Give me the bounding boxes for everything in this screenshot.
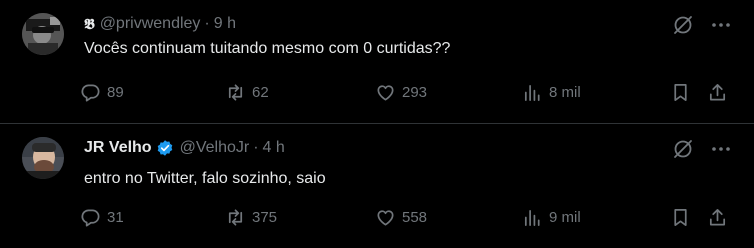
like-count: 293 bbox=[402, 84, 428, 101]
user-handle[interactable]: @VelhoJr bbox=[180, 139, 250, 157]
bookmark-icon bbox=[674, 209, 687, 226]
reply-button[interactable]: 89 bbox=[80, 82, 124, 103]
retweet-count: 375 bbox=[252, 209, 278, 226]
tweet-text: entro no Twitter, falo sozinho, saio bbox=[84, 170, 326, 187]
reply-count: 31 bbox=[107, 209, 124, 226]
tweet-header: 𝕭 @privwendley · 9 h bbox=[84, 13, 236, 35]
like-count: 558 bbox=[402, 209, 428, 226]
grok-icon[interactable] bbox=[672, 14, 694, 36]
like-button[interactable]: 293 bbox=[375, 82, 427, 103]
reply-icon bbox=[81, 209, 100, 227]
views-icon bbox=[524, 84, 540, 101]
like-icon bbox=[377, 210, 394, 226]
tweet[interactable]: 𝕭 @privwendley · 9 h Vocês continuam tui… bbox=[0, 0, 754, 123]
share-icon bbox=[709, 84, 726, 101]
tweet-actions: 89 62 293 8 mil bbox=[80, 82, 732, 104]
views-button[interactable]: 9 mil bbox=[522, 207, 581, 228]
more-icon[interactable] bbox=[710, 14, 732, 36]
separator-dot: · bbox=[253, 139, 259, 156]
separator-dot: · bbox=[204, 15, 210, 32]
bookmark-icon bbox=[674, 84, 687, 101]
more-icon[interactable] bbox=[710, 138, 732, 160]
tweet-time[interactable]: 9 h bbox=[214, 15, 236, 33]
tweet[interactable]: JR Velho @VelhoJr · 4 h entro no Twitter… bbox=[0, 124, 754, 248]
retweet-icon bbox=[228, 84, 243, 101]
retweet-icon bbox=[228, 209, 243, 226]
share-icon bbox=[709, 209, 726, 226]
like-icon bbox=[377, 85, 394, 101]
views-count: 8 mil bbox=[549, 84, 581, 101]
tweet-actions: 31 375 558 9 mil bbox=[80, 207, 732, 229]
retweet-count: 62 bbox=[252, 84, 269, 101]
verified-badge-icon bbox=[157, 140, 172, 156]
retweet-button[interactable]: 375 bbox=[225, 207, 277, 228]
retweet-button[interactable]: 62 bbox=[225, 82, 269, 103]
reply-count: 89 bbox=[107, 84, 124, 101]
tweet-header: JR Velho @VelhoJr · 4 h bbox=[84, 137, 285, 159]
share-button[interactable] bbox=[707, 82, 728, 103]
avatar[interactable] bbox=[22, 13, 64, 55]
display-name[interactable]: JR Velho bbox=[84, 139, 152, 157]
tweet-top-actions bbox=[672, 14, 732, 36]
reply-button[interactable]: 31 bbox=[80, 207, 124, 228]
views-icon bbox=[524, 209, 540, 226]
bookmark-button[interactable] bbox=[670, 207, 691, 228]
bookmark-button[interactable] bbox=[670, 82, 691, 103]
grok-icon[interactable] bbox=[672, 138, 694, 160]
views-count: 9 mil bbox=[549, 209, 581, 226]
like-button[interactable]: 558 bbox=[375, 207, 427, 228]
display-name-logo[interactable]: 𝕭 bbox=[84, 15, 95, 33]
tweet-top-actions bbox=[672, 138, 732, 160]
user-handle[interactable]: @privwendley bbox=[100, 15, 201, 33]
tweet-time[interactable]: 4 h bbox=[263, 139, 285, 157]
reply-icon bbox=[81, 84, 100, 102]
avatar[interactable] bbox=[22, 137, 64, 179]
tweet-text: Vocês continuam tuitando mesmo com 0 cur… bbox=[84, 40, 451, 57]
views-button[interactable]: 8 mil bbox=[522, 82, 581, 103]
share-button[interactable] bbox=[707, 207, 728, 228]
